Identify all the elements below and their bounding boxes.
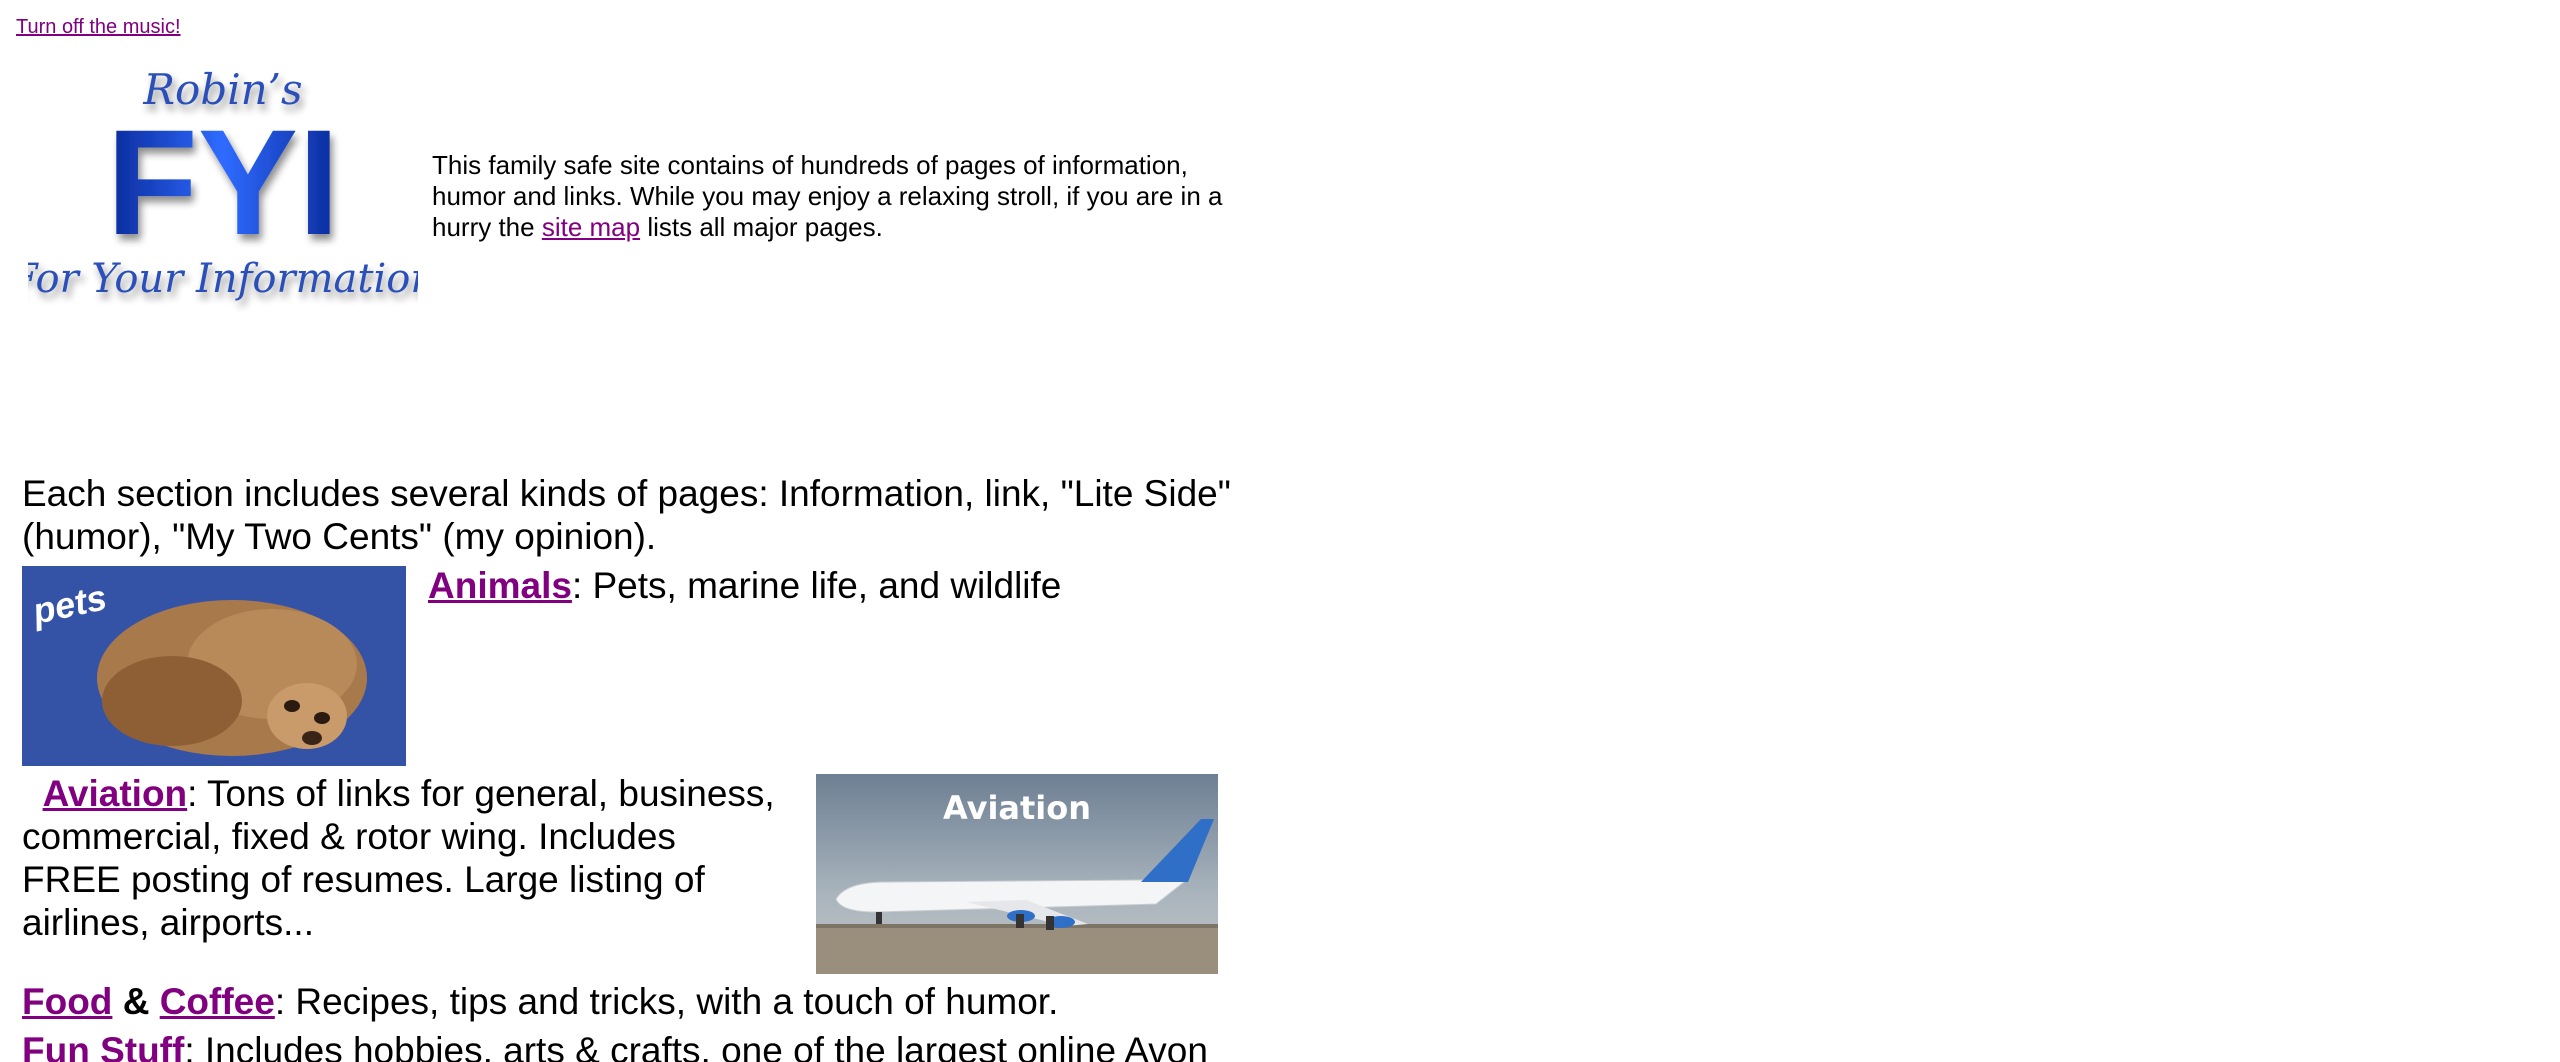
animals-link[interactable]: Animals xyxy=(428,565,572,606)
intro-text-after: lists all major pages. xyxy=(640,212,883,242)
fun-stuff-description: : Includes hobbies, arts & crafts, one o… xyxy=(184,1030,1208,1062)
aviation-entry: Aviation: Tons of links for general, bus… xyxy=(22,772,782,944)
site-intro: This family safe site contains of hundre… xyxy=(432,150,1252,243)
aviation-image[interactable]: Aviation xyxy=(816,774,1218,974)
animals-entry: Animals: Pets, marine life, and wildlife xyxy=(428,564,1228,607)
food-description: : Recipes, tips and tricks, with a touch… xyxy=(274,981,1059,1022)
coffee-link[interactable]: Coffee xyxy=(160,981,275,1022)
fun-stuff-entry: Fun Stuff: Includes hobbies, arts & craf… xyxy=(22,1029,1262,1062)
sections-area: Each section includes several kinds of p… xyxy=(22,472,1242,1062)
aviation-image-label: Aviation xyxy=(943,789,1091,827)
fun-stuff-link[interactable]: Fun Stuff xyxy=(22,1030,184,1062)
site-map-link[interactable]: site map xyxy=(542,212,640,242)
turn-off-music-link[interactable]: Turn off the music! xyxy=(16,16,181,39)
aviation-link[interactable]: Aviation xyxy=(43,773,188,814)
ampersand: & xyxy=(122,981,150,1022)
food-coffee-entry: Food & Coffee: Recipes, tips and tricks,… xyxy=(22,980,1222,1023)
pets-image[interactable]: pets xyxy=(22,566,406,766)
sections-intro: Each section includes several kinds of p… xyxy=(22,473,1231,557)
animals-description: : Pets, marine life, and wildlife xyxy=(571,565,1062,606)
logo-line3: For Your Information xyxy=(28,256,418,302)
robins-fyi-logo: Robin’s FYI For Your Information xyxy=(28,65,418,302)
food-link[interactable]: Food xyxy=(22,981,112,1022)
logo-line2: FYI xyxy=(106,98,339,266)
